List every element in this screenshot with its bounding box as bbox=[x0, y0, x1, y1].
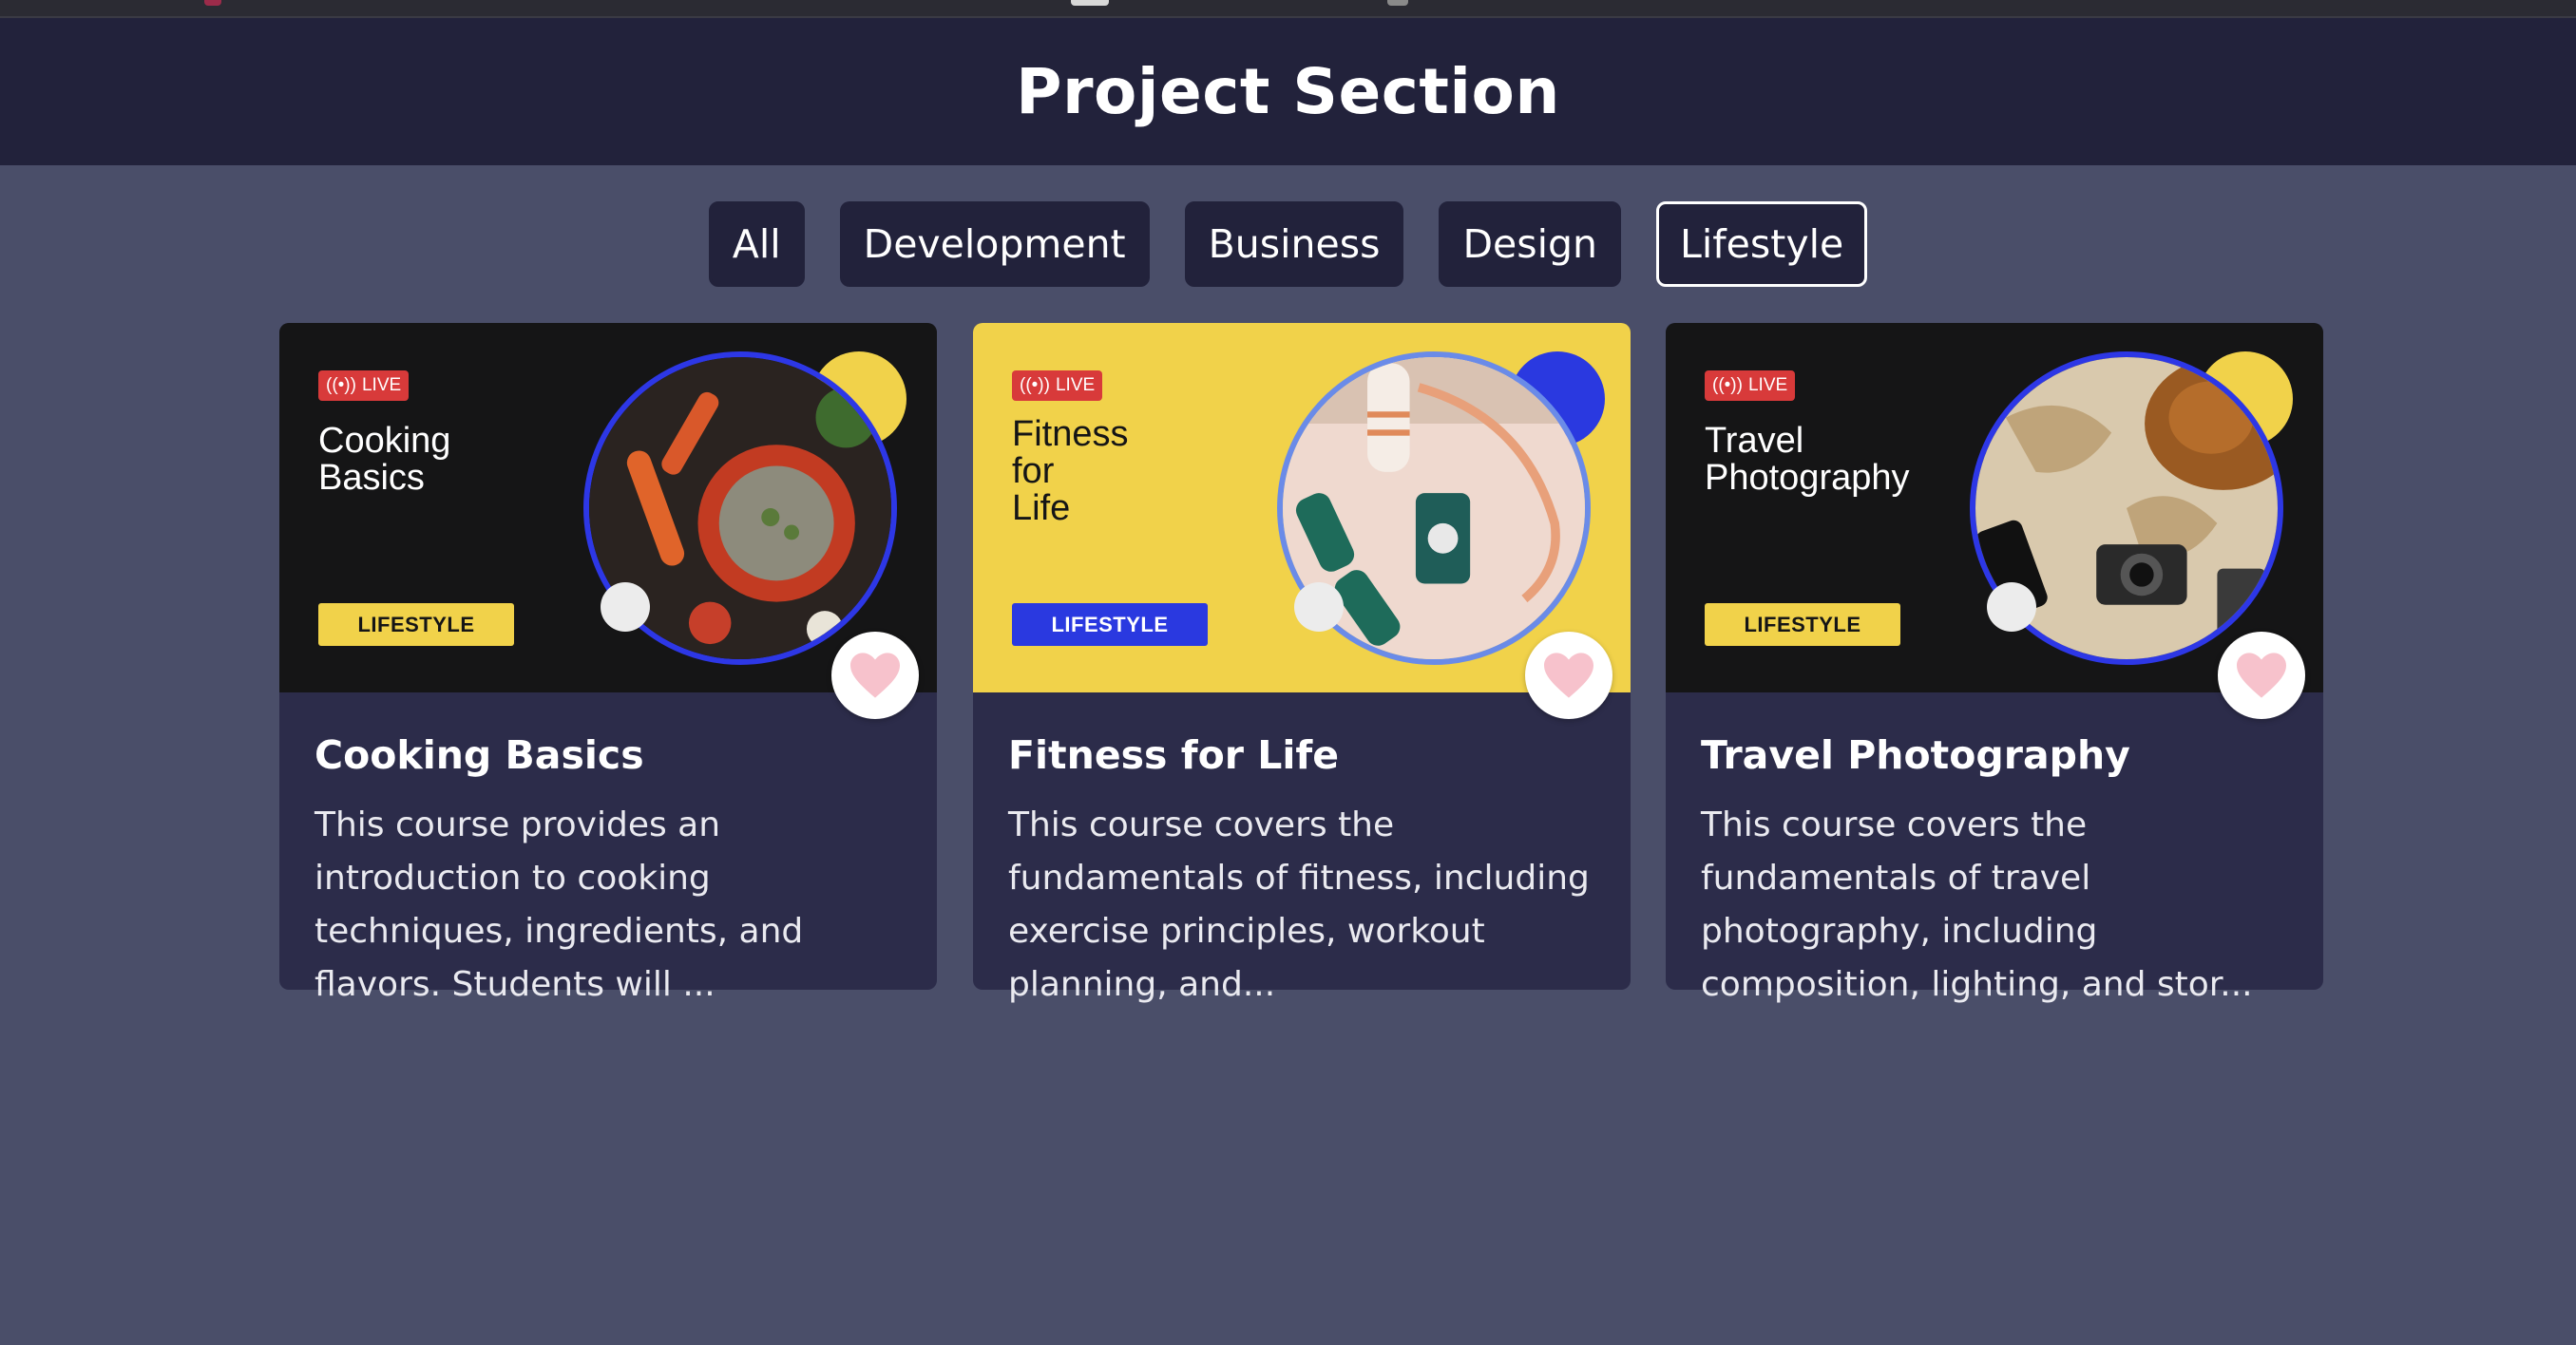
tab-indicator bbox=[1071, 0, 1109, 6]
course-card[interactable]: ((•)) LIVE Fitness for Life LIFESTYLE Fi… bbox=[973, 323, 1631, 1004]
live-badge: ((•)) LIVE bbox=[318, 370, 410, 401]
filter-business-button[interactable]: Business bbox=[1184, 201, 1404, 287]
live-badge: ((•)) LIVE bbox=[1705, 370, 1796, 401]
broadcast-icon: ((•)) bbox=[1712, 375, 1743, 395]
thumbnail-title: Fitness for Life bbox=[1012, 414, 1129, 528]
course-card[interactable]: ((•)) LIVE Travel Photography LIFESTYLE bbox=[1666, 323, 2323, 1004]
page-title: Project Section bbox=[1016, 55, 1560, 128]
card-title: Cooking Basics bbox=[315, 732, 644, 778]
filter-lifestyle-button[interactable]: Lifestyle bbox=[1656, 201, 1868, 287]
page-header: Project Section bbox=[0, 18, 2576, 165]
broadcast-icon: ((•)) bbox=[326, 375, 356, 395]
course-thumbnail: ((•)) LIVE Cooking Basics LIFESTYLE bbox=[279, 323, 937, 692]
course-card[interactable]: ((•)) LIVE Cooking Basics LIFESTYLE Cook… bbox=[279, 323, 937, 1004]
live-label: LIVE bbox=[1055, 375, 1096, 395]
decorative-dot bbox=[1987, 582, 2036, 632]
category-tag: LIFESTYLE bbox=[1705, 603, 1900, 646]
live-label: LIVE bbox=[361, 375, 402, 395]
live-label: LIVE bbox=[1747, 375, 1788, 395]
heart-icon bbox=[1544, 653, 1593, 698]
card-description: This course covers the fundamentals of f… bbox=[1008, 805, 1590, 1004]
tab-indicator bbox=[204, 0, 221, 6]
browser-top-strip bbox=[0, 0, 2576, 18]
card-description: This course covers the fundamentals of t… bbox=[1701, 805, 2253, 1004]
tab-indicator bbox=[1387, 0, 1408, 6]
favorite-button[interactable] bbox=[2218, 632, 2305, 719]
filter-bar: All Development Business Design Lifestyl… bbox=[0, 201, 2576, 287]
decorative-dot bbox=[1294, 582, 1344, 632]
card-title: Travel Photography bbox=[1701, 732, 2130, 778]
thumbnail-title: Cooking Basics bbox=[318, 421, 451, 498]
filter-design-button[interactable]: Design bbox=[1439, 201, 1621, 287]
heart-icon bbox=[850, 653, 900, 698]
course-thumbnail: ((•)) LIVE Fitness for Life LIFESTYLE bbox=[973, 323, 1631, 692]
filter-development-button[interactable]: Development bbox=[839, 201, 1150, 287]
favorite-button[interactable] bbox=[1525, 632, 1612, 719]
favorite-button[interactable] bbox=[831, 632, 919, 719]
heart-icon bbox=[2237, 653, 2286, 698]
thumbnail-title: Travel Photography bbox=[1705, 421, 1910, 498]
card-description: This course provides an introduction to … bbox=[315, 805, 804, 1004]
card-title: Fitness for Life bbox=[1008, 732, 1340, 778]
filter-all-button[interactable]: All bbox=[708, 201, 805, 287]
broadcast-icon: ((•)) bbox=[1020, 375, 1050, 395]
course-thumbnail: ((•)) LIVE Travel Photography LIFESTYLE bbox=[1666, 323, 2323, 692]
decorative-dot bbox=[601, 582, 650, 632]
category-tag: LIFESTYLE bbox=[1012, 603, 1208, 646]
live-badge: ((•)) LIVE bbox=[1012, 370, 1103, 401]
category-tag: LIFESTYLE bbox=[318, 603, 514, 646]
